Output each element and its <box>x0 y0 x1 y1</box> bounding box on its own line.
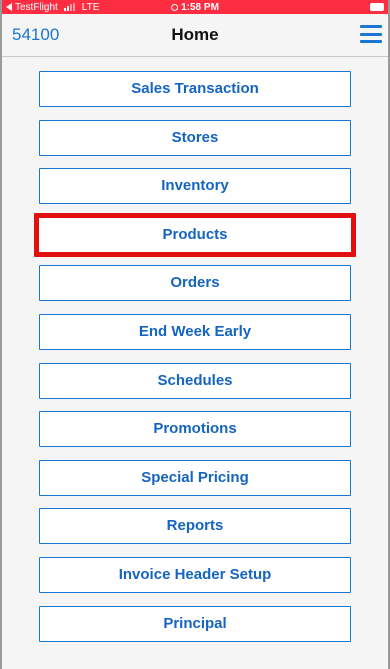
back-to-app-link[interactable]: TestFlight LTE <box>6 2 99 13</box>
back-arrow-icon <box>6 3 12 11</box>
store-id[interactable]: 54100 <box>12 25 59 45</box>
status-bar: TestFlight LTE 1:58 PM <box>2 0 388 14</box>
time-label: 1:58 PM <box>181 1 219 13</box>
navigation-bar: 54100 Home <box>2 14 388 57</box>
menu-button-inventory[interactable]: Inventory <box>39 168 351 205</box>
menu-button-end-week-early[interactable]: End Week Early <box>39 313 351 350</box>
app-frame: TestFlight LTE 1:58 PM 54100 Home Sales … <box>0 0 390 669</box>
menu-button-promotions[interactable]: Promotions <box>39 411 351 448</box>
hamburger-menu-icon[interactable] <box>360 25 382 43</box>
back-app-label: TestFlight <box>15 1 58 13</box>
page-title: Home <box>171 25 219 44</box>
home-menu-list: Sales Transaction Stores Inventory Products… <box>2 57 388 642</box>
menu-button-stores[interactable]: Stores <box>39 119 351 156</box>
battery-icon <box>370 3 384 11</box>
network-label: LTE <box>81 1 100 13</box>
menu-button-special-pricing[interactable]: Special Pricing <box>39 459 351 496</box>
menu-button-invoice-header-setup[interactable]: Invoice Header Setup <box>39 556 351 593</box>
menu-button-principal[interactable]: Principal <box>39 605 351 642</box>
menu-button-sales-transaction[interactable]: Sales Transaction <box>39 71 351 107</box>
clock: 1:58 PM <box>171 2 219 13</box>
menu-button-orders[interactable]: Orders <box>39 265 351 302</box>
alarm-icon <box>171 3 179 11</box>
signal-strength-icon <box>63 3 75 11</box>
menu-button-schedules[interactable]: Schedules <box>39 362 351 399</box>
menu-button-reports[interactable]: Reports <box>39 508 351 545</box>
menu-button-products[interactable]: Products <box>34 212 356 257</box>
